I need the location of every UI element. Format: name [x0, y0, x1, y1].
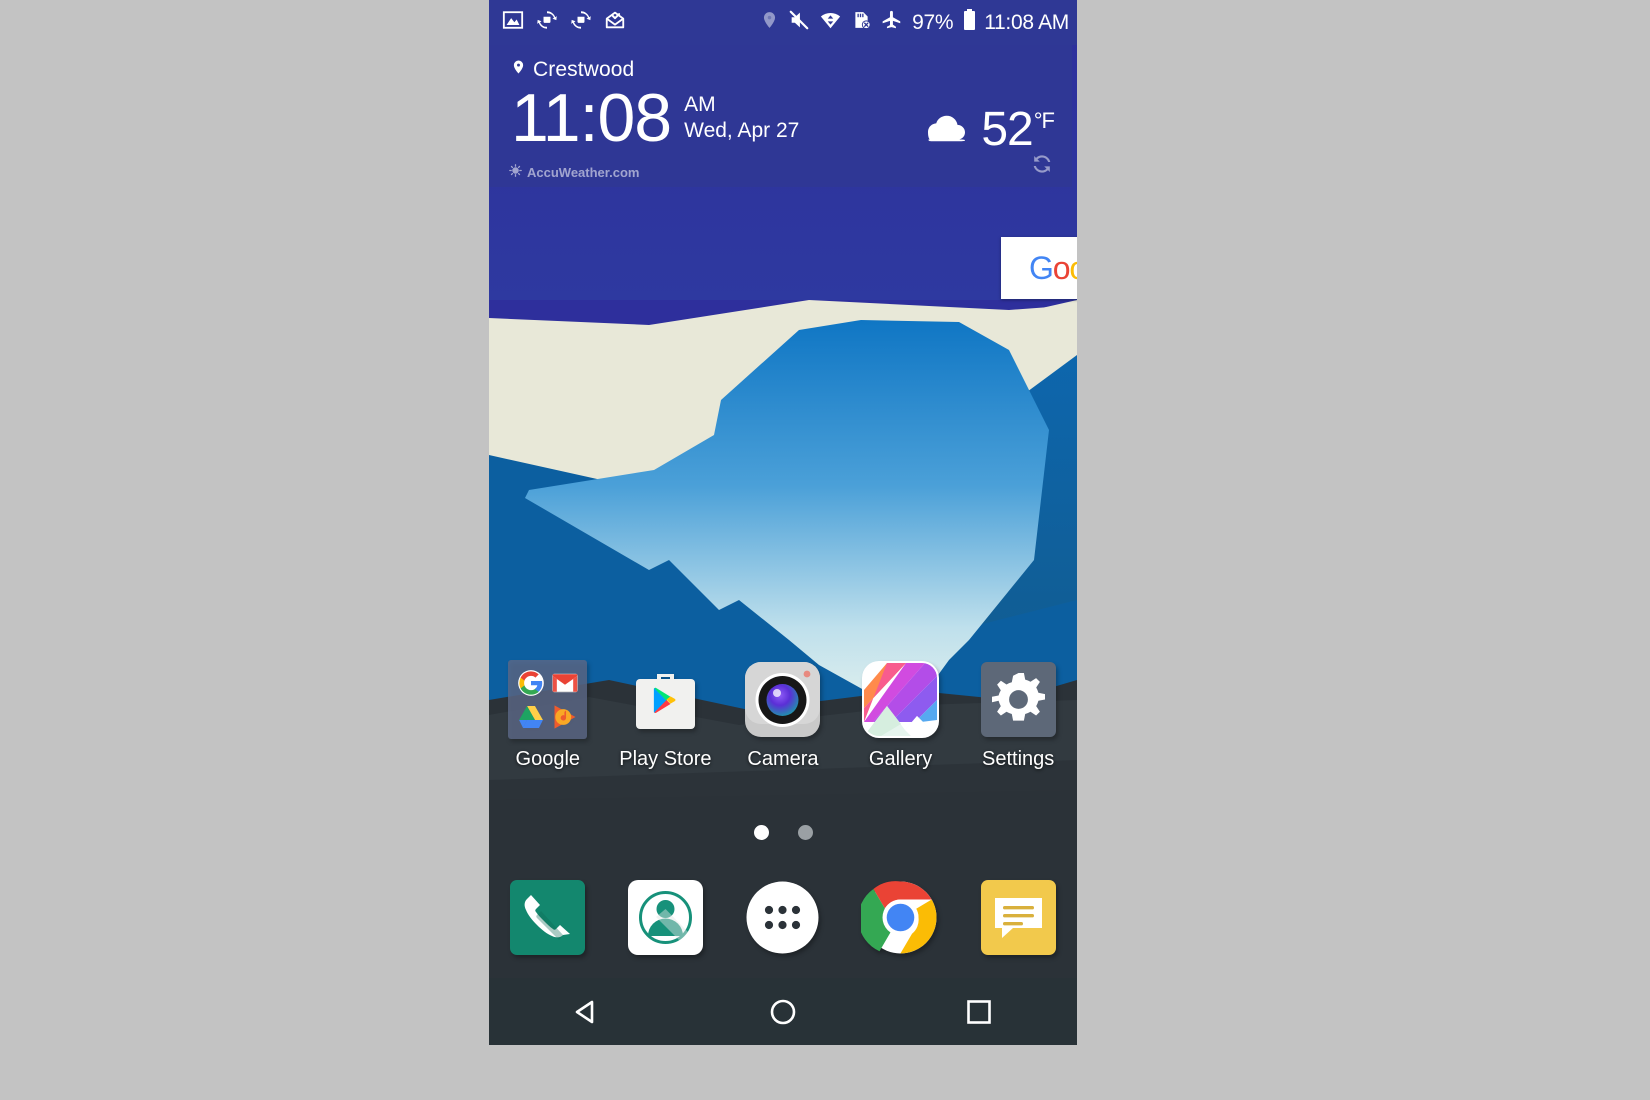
gallery-icon[interactable]	[861, 660, 940, 739]
mail-open-icon	[604, 9, 626, 36]
home-app-grid: Google Play Store Camera Gallery Setting…	[489, 660, 1077, 771]
app-cell-settings[interactable]: Settings	[959, 660, 1077, 771]
refresh-icon[interactable]	[1030, 152, 1054, 181]
chrome-icon[interactable]	[858, 878, 940, 957]
weather-clock-widget[interactable]: Crestwood 11:08 AM Wed, Apr 27 52 °F Acc…	[489, 45, 1072, 187]
wifi-icon	[819, 9, 842, 36]
battery-icon	[962, 8, 977, 37]
cloud-icon	[917, 109, 969, 150]
home-circle-icon[interactable]	[685, 995, 881, 1029]
dock-cell-messaging[interactable]	[959, 878, 1077, 957]
widget-clock-row[interactable]: 11:08 AM Wed, Apr 27	[511, 80, 799, 156]
google-search-bar[interactable]: Google	[1001, 237, 1077, 299]
weather-location-label: Crestwood	[533, 58, 635, 81]
widget-clock-meta: AM Wed, Apr 27	[684, 92, 799, 150]
location-icon	[760, 9, 779, 36]
phone-icon[interactable]	[508, 878, 587, 957]
page-dot-active[interactable]	[753, 825, 769, 840]
weather-temperature-value: 52	[981, 103, 1033, 156]
dock-cell-chrome[interactable]	[842, 878, 960, 957]
app-label: Play Store	[619, 748, 712, 770]
status-bar-right-icons: 97% 11:08 AM	[760, 8, 1077, 37]
app-cell-gallery[interactable]: Gallery	[842, 660, 960, 771]
accuweather-logo-icon	[509, 164, 522, 180]
usb-debugging-icon	[536, 9, 558, 36]
app-drawer-icon[interactable]	[743, 878, 822, 957]
contacts-icon[interactable]	[626, 878, 705, 957]
weather-temperature: 52 °F	[981, 102, 1055, 157]
weather-temperature-unit: °F	[1033, 108, 1055, 133]
app-cell-camera[interactable]: Camera	[724, 660, 842, 771]
status-bar-clock: 11:08 AM	[984, 10, 1069, 34]
app-label: Google	[515, 748, 581, 770]
dock-bar	[489, 878, 1077, 957]
airplane-mode-icon	[881, 9, 903, 36]
dock-cell-phone[interactable]	[489, 878, 607, 957]
folder-item-drive-icon	[515, 701, 546, 732]
recents-square-icon[interactable]	[881, 995, 1077, 1029]
weather-condition-block[interactable]: 52 °F	[917, 102, 1055, 157]
app-label: Gallery	[868, 748, 933, 770]
folder-item-gmail-icon	[549, 667, 580, 698]
weather-attribution[interactable]: AccuWeather.com	[509, 164, 639, 180]
mute-icon	[788, 9, 810, 36]
page-indicator	[489, 825, 1077, 840]
phone-screen: 97% 11:08 AM Crestwood 11:08 AM Wed, Apr…	[489, 0, 1077, 1045]
google-folder-icon[interactable]	[508, 660, 588, 739]
dock-cell-contacts[interactable]	[607, 878, 725, 957]
status-bar[interactable]: 97% 11:08 AM	[489, 0, 1077, 45]
settings-gear-icon[interactable]	[979, 660, 1058, 739]
play-store-icon[interactable]	[626, 660, 705, 739]
screenshot-icon	[502, 9, 524, 36]
widget-clock-time: 11:08	[511, 80, 672, 156]
screenshot-canvas: 97% 11:08 AM Crestwood 11:08 AM Wed, Apr…	[0, 0, 1650, 1100]
camera-icon[interactable]	[743, 660, 822, 739]
app-label: Camera	[747, 748, 819, 770]
google-logo: Google	[1029, 249, 1077, 286]
folder-item-play-music-icon	[549, 701, 580, 732]
widget-clock-ampm: AM	[684, 93, 716, 117]
back-triangle-icon[interactable]	[489, 995, 685, 1029]
messaging-icon[interactable]	[979, 878, 1058, 957]
accuweather-label: AccuWeather.com	[527, 164, 640, 180]
folder-item-google-icon	[515, 667, 546, 698]
app-label: Settings	[982, 748, 1055, 770]
navigation-bar	[489, 978, 1077, 1045]
widget-clock-date: Wed, Apr 27	[684, 118, 800, 142]
status-bar-left-icons	[489, 9, 626, 36]
dock-cell-app-drawer[interactable]	[724, 878, 842, 957]
android-sync-icon	[570, 9, 592, 36]
app-cell-play-store[interactable]: Play Store	[607, 660, 725, 771]
sd-card-removed-icon	[851, 9, 872, 36]
page-dot-inactive[interactable]	[797, 825, 813, 840]
app-cell-google-folder[interactable]: Google	[489, 660, 607, 771]
battery-percentage: 97%	[912, 10, 954, 34]
